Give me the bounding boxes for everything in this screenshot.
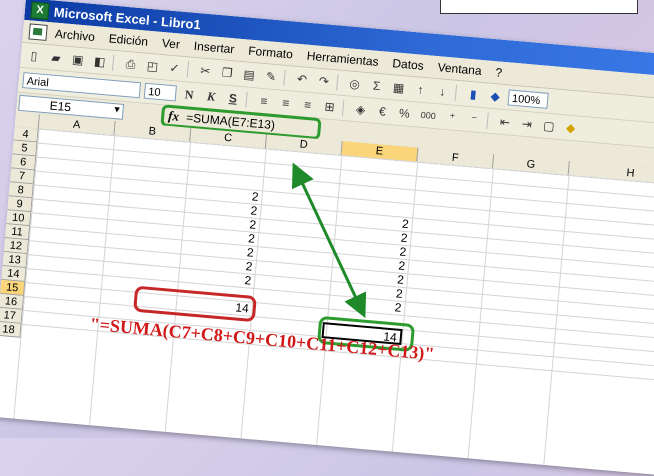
- menu-help[interactable]: ?: [495, 65, 503, 80]
- increase-decimal-icon[interactable]: ⁺: [443, 109, 462, 127]
- undo-icon[interactable]: ↶: [292, 71, 311, 89]
- row-header[interactable]: 18: [0, 321, 22, 338]
- toolbar-separator: [283, 69, 286, 86]
- merge-center-icon[interactable]: ⊞: [320, 98, 339, 116]
- excel-window-rotated: X Microsoft Excel - Libro1 Archivo Edici…: [0, 0, 654, 476]
- currency-style-icon[interactable]: ◈: [351, 101, 370, 119]
- excel-icon: X: [30, 1, 50, 20]
- print-preview-icon[interactable]: ◰: [143, 58, 162, 76]
- fx-icon[interactable]: fx: [168, 108, 180, 125]
- menu-edicion[interactable]: Edición: [108, 31, 148, 48]
- hyperlink-icon[interactable]: ◎: [345, 75, 364, 93]
- print-icon[interactable]: ⎙: [121, 56, 140, 74]
- sort-descending-icon[interactable]: ↓: [433, 83, 452, 101]
- menu-herramientas[interactable]: Herramientas: [306, 49, 379, 69]
- grid-line: [543, 174, 570, 465]
- sort-ascending-icon[interactable]: ↑: [411, 81, 430, 99]
- increase-indent-icon[interactable]: ⇥: [517, 115, 536, 133]
- menu-ventana[interactable]: Ventana: [437, 60, 482, 78]
- underline-button[interactable]: S: [223, 90, 242, 108]
- excel-window: X Microsoft Excel - Libro1 Archivo Edici…: [0, 0, 654, 476]
- save-icon[interactable]: ▣: [68, 51, 87, 69]
- chart-icon[interactable]: ▮: [464, 86, 483, 104]
- cut-icon[interactable]: ✂: [196, 62, 215, 80]
- toolbar-separator: [336, 74, 339, 91]
- autosum-icon[interactable]: Σ: [367, 77, 386, 95]
- workbook-icon[interactable]: [28, 23, 48, 41]
- menu-insertar[interactable]: Insertar: [193, 39, 235, 56]
- copy-icon[interactable]: ❐: [218, 64, 237, 82]
- permission-icon[interactable]: ◧: [90, 53, 109, 71]
- align-center-icon[interactable]: ≡: [276, 94, 295, 112]
- double-arrow-icon: [291, 162, 367, 319]
- spelling-icon[interactable]: ✓: [165, 59, 184, 77]
- new-file-icon[interactable]: ▯: [24, 47, 43, 65]
- menu-archivo[interactable]: Archivo: [54, 27, 95, 44]
- font-size-select[interactable]: 10: [143, 82, 177, 102]
- bold-button[interactable]: N: [180, 86, 199, 104]
- thousands-button[interactable]: 000: [417, 107, 440, 125]
- overlay-white-box: [440, 0, 638, 14]
- percent-button[interactable]: %: [395, 105, 414, 123]
- italic-button[interactable]: K: [201, 88, 220, 106]
- toolbar-separator: [245, 91, 248, 108]
- toolbar-separator: [186, 61, 190, 78]
- decrease-indent-icon[interactable]: ⇤: [495, 113, 514, 131]
- menu-formato[interactable]: Formato: [248, 44, 294, 62]
- align-right-icon[interactable]: ≡: [298, 96, 317, 114]
- decrease-decimal-icon[interactable]: ⁻: [464, 111, 483, 129]
- fill-color-icon[interactable]: ◆: [561, 119, 580, 137]
- menu-datos[interactable]: Datos: [392, 56, 424, 73]
- zoom-select[interactable]: 100%: [507, 89, 549, 109]
- euro-button[interactable]: €: [373, 103, 392, 121]
- drawing-icon[interactable]: ◆: [486, 88, 505, 106]
- toolbar-separator: [486, 112, 489, 129]
- format-painter-icon[interactable]: ✎: [261, 68, 280, 86]
- paste-icon[interactable]: ▤: [239, 66, 258, 84]
- redo-icon[interactable]: ↷: [314, 73, 333, 91]
- menu-ver[interactable]: Ver: [161, 36, 180, 52]
- insert-function-icon[interactable]: ▦: [389, 79, 408, 97]
- toolbar-separator: [111, 54, 115, 71]
- toolbar-separator: [341, 100, 345, 117]
- toolbar-separator: [454, 84, 458, 101]
- grid-line: [467, 168, 494, 459]
- cell-grid[interactable]: 2 2 2 2 2 2 2 2 2 2 2 2 2 2 14 14 "=SUMA…: [13, 128, 654, 476]
- open-folder-icon[interactable]: ▰: [46, 49, 65, 67]
- borders-icon[interactable]: ▢: [539, 117, 558, 135]
- align-left-icon[interactable]: ≡: [254, 92, 273, 110]
- name-box-dropdown-icon[interactable]: ▼: [112, 104, 122, 115]
